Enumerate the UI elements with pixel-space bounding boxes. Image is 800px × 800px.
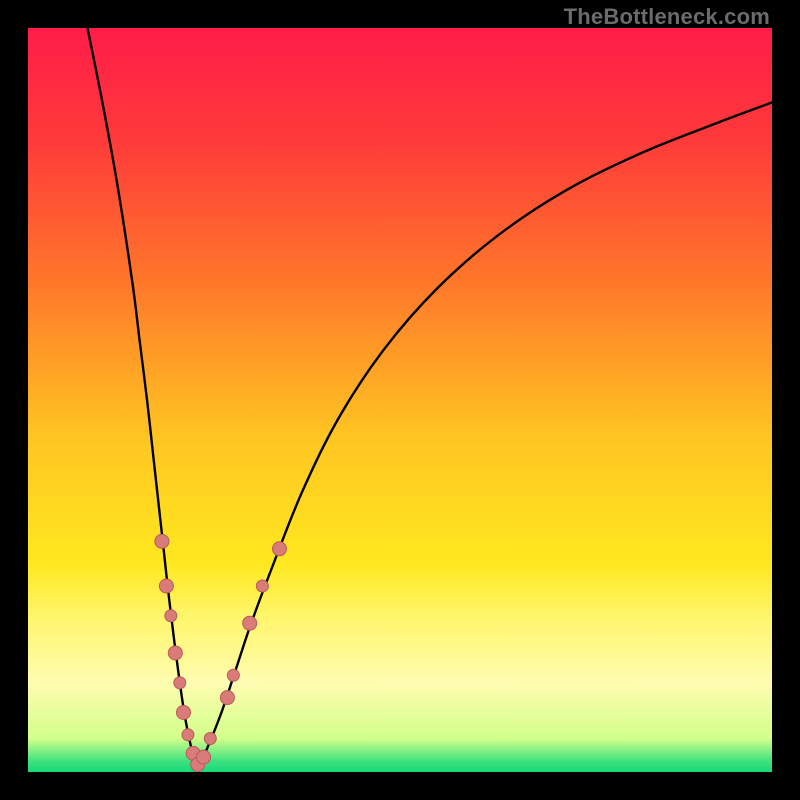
data-marker: [155, 534, 169, 548]
data-marker: [220, 691, 234, 705]
outer-frame: TheBottleneck.com: [0, 0, 800, 800]
data-marker: [227, 669, 239, 681]
data-marker: [204, 733, 216, 745]
data-marker: [165, 610, 177, 622]
data-marker: [272, 542, 286, 556]
data-marker: [177, 705, 191, 719]
data-marker: [168, 646, 182, 660]
data-marker: [197, 750, 211, 764]
data-marker: [182, 729, 194, 741]
bottleneck-chart: [28, 28, 772, 772]
data-marker: [243, 616, 257, 630]
gradient-background: [28, 28, 772, 772]
data-marker: [159, 579, 173, 593]
plot-area: [28, 28, 772, 772]
data-marker: [256, 580, 268, 592]
data-marker: [174, 677, 186, 689]
watermark-text: TheBottleneck.com: [564, 4, 770, 30]
